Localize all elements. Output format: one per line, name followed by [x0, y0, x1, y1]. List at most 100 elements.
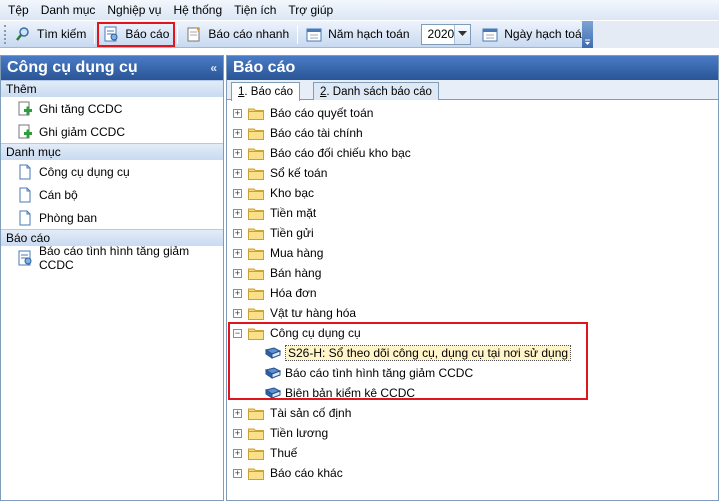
- toolbar-separator: [94, 24, 96, 44]
- posting-date-button[interactable]: Ngày hạch toán: [477, 23, 593, 46]
- left-panel: Công cụ dụng cụ « Thêm Ghi tăng CCDC Ghi…: [0, 55, 224, 501]
- tree-folder-tienmat[interactable]: + Tiền mặt: [233, 203, 316, 223]
- tree-folder-hoadon[interactable]: + Hóa đơn: [233, 283, 317, 303]
- menu-utilities[interactable]: Tiện ích: [228, 0, 282, 20]
- expand-toggle-icon[interactable]: +: [233, 288, 242, 298]
- tree-folder-label: Báo cáo khác: [270, 466, 343, 480]
- sidebar-item-label: Báo cáo tình hình tăng giảm CCDC: [39, 243, 190, 272]
- expand-toggle-icon[interactable]: +: [233, 308, 242, 318]
- sidebar-item-label: Ghi tăng CCDC: [39, 101, 123, 116]
- folder-icon: [248, 187, 270, 200]
- expand-toggle-icon[interactable]: +: [233, 168, 242, 178]
- toolbar-grip[interactable]: [4, 24, 6, 44]
- folder-icon: [248, 167, 270, 180]
- expand-toggle-icon[interactable]: +: [233, 208, 242, 218]
- menu-help[interactable]: Trợ giúp: [282, 0, 339, 20]
- posting-date-label: Ngày hạch toán: [504, 27, 589, 41]
- folder-icon: [248, 407, 270, 420]
- left-panel-header: Công cụ dụng cụ «: [1, 56, 223, 80]
- folder-icon: [248, 447, 270, 460]
- tree-folder-label: Báo cáo tài chính: [270, 126, 363, 140]
- search-button[interactable]: Tìm kiếm: [10, 23, 91, 46]
- tree-folder-vattu[interactable]: + Vật tư hàng hóa: [233, 303, 356, 323]
- folder-icon: [248, 267, 270, 280]
- sidebar-item-departments[interactable]: Phòng ban: [1, 206, 223, 229]
- tree-folder-thue[interactable]: + Thuế: [233, 443, 297, 463]
- tree-folder-bcdckb[interactable]: + Báo cáo đối chiếu kho bạc: [233, 143, 411, 163]
- tree-folder-label: Báo cáo quyết toán: [270, 106, 374, 120]
- sidebar-item-decrease-ccdc[interactable]: Ghi giảm CCDC: [1, 120, 223, 143]
- tree-folder-khobac[interactable]: + Kho bạc: [233, 183, 314, 203]
- sidebar-item-label: Cán bộ: [39, 187, 78, 202]
- folder-icon: [248, 307, 270, 320]
- tree-folder-muahang[interactable]: + Mua hàng: [233, 243, 323, 263]
- tree-folder-tiengui[interactable]: + Tiền gửi: [233, 223, 314, 243]
- expand-toggle-icon[interactable]: +: [233, 188, 242, 198]
- menu-catalog[interactable]: Danh mục: [35, 0, 102, 20]
- folder-icon: [248, 107, 270, 120]
- expand-toggle-icon[interactable]: +: [233, 228, 242, 238]
- tab-report-list-label: . Danh sách báo cáo: [326, 85, 432, 98]
- menu-system[interactable]: Hệ thống: [167, 0, 228, 20]
- expand-toggle-icon[interactable]: +: [233, 128, 242, 138]
- report-button[interactable]: Báo cáo: [97, 21, 176, 47]
- right-panel-header: Báo cáo: [227, 56, 718, 80]
- folder-icon: [248, 147, 270, 160]
- document-icon: [17, 164, 33, 180]
- expand-toggle-icon[interactable]: +: [233, 148, 242, 158]
- expand-toggle-icon[interactable]: +: [233, 408, 242, 418]
- sidebar-item-label: Công cụ dụng cụ: [39, 164, 130, 179]
- expand-toggle-icon[interactable]: +: [233, 268, 242, 278]
- tree-folder-banhang[interactable]: + Bán hàng: [233, 263, 321, 283]
- calendar-icon: [306, 26, 322, 42]
- tree-folder-label: Tiền lương: [270, 426, 329, 440]
- tree-folder-label: Tiền mặt: [270, 206, 317, 220]
- tree-folder-label: Hóa đơn: [270, 286, 317, 300]
- menu-file[interactable]: Tệp: [2, 0, 35, 20]
- expand-toggle-icon[interactable]: +: [233, 248, 242, 258]
- toolbar-separator: [297, 24, 299, 44]
- quick-report-label: Báo cáo nhanh: [208, 27, 290, 41]
- expand-toggle-icon[interactable]: +: [233, 448, 242, 458]
- fiscal-year-value: 2020: [427, 27, 455, 41]
- tab-report-list[interactable]: 2. Danh sách báo cáo: [313, 82, 439, 100]
- folder-icon: [248, 467, 270, 480]
- expand-toggle-icon[interactable]: +: [233, 468, 242, 478]
- menu-operations[interactable]: Nghiệp vụ: [101, 0, 167, 20]
- add-doc-icon: [17, 124, 33, 140]
- tree-folder-bqt[interactable]: + Báo cáo quyết toán: [233, 103, 373, 123]
- report-label: Báo cáo: [125, 27, 170, 41]
- sidebar-item-tools[interactable]: Công cụ dụng cụ: [1, 160, 223, 183]
- tree-folder-bctc[interactable]: + Báo cáo tài chính: [233, 123, 363, 143]
- toolbar-overflow-button[interactable]: [582, 21, 593, 48]
- collapse-icon[interactable]: «: [210, 61, 217, 75]
- tab-reports[interactable]: 1. Báo cáo: [231, 82, 300, 101]
- right-panel: Báo cáo 1. Báo cáo 2. Danh sách báo cáo …: [226, 55, 719, 501]
- expand-toggle-icon[interactable]: +: [233, 108, 242, 118]
- tab-reports-label: . Báo cáo: [244, 86, 293, 98]
- menu-bar: Tệp Danh mục Nghiệp vụ Hệ thống Tiện ích…: [0, 0, 719, 20]
- folder-icon: [248, 247, 270, 260]
- sidebar-item-increase-ccdc[interactable]: Ghi tăng CCDC: [1, 97, 223, 120]
- tree-folder-tscd[interactable]: + Tài sản cố định: [233, 403, 351, 423]
- tree-folder-label: Thuế: [270, 446, 298, 460]
- expand-toggle-icon[interactable]: +: [233, 428, 242, 438]
- sidebar-item-ccdc-report[interactable]: Báo cáo tình hình tăng giảm CCDC: [1, 243, 223, 272]
- search-label: Tìm kiếm: [37, 27, 87, 41]
- folder-icon: [248, 127, 270, 140]
- document-icon: [17, 210, 33, 226]
- tree-folder-bckhac[interactable]: + Báo cáo khác: [233, 463, 343, 483]
- report-icon: [103, 26, 119, 42]
- tree-folder-tienluong[interactable]: + Tiền lương: [233, 423, 328, 443]
- left-panel-title: Công cụ dụng cụ: [7, 59, 138, 76]
- tree-folder-label: Tài sản cố định: [270, 406, 352, 420]
- chevron-down-icon[interactable]: [454, 24, 471, 44]
- add-doc-icon: [17, 101, 33, 117]
- toolbar-empty-area: [593, 21, 719, 48]
- quick-report-button[interactable]: Báo cáo nhanh: [181, 23, 294, 46]
- fiscal-year-select[interactable]: 2020: [420, 23, 472, 45]
- sidebar-item-staff[interactable]: Cán bộ: [1, 183, 223, 206]
- section-header-catalog: Danh mục: [1, 143, 223, 160]
- calendar-icon: [482, 26, 498, 42]
- tree-folder-sokt[interactable]: + Sổ kế toán: [233, 163, 327, 183]
